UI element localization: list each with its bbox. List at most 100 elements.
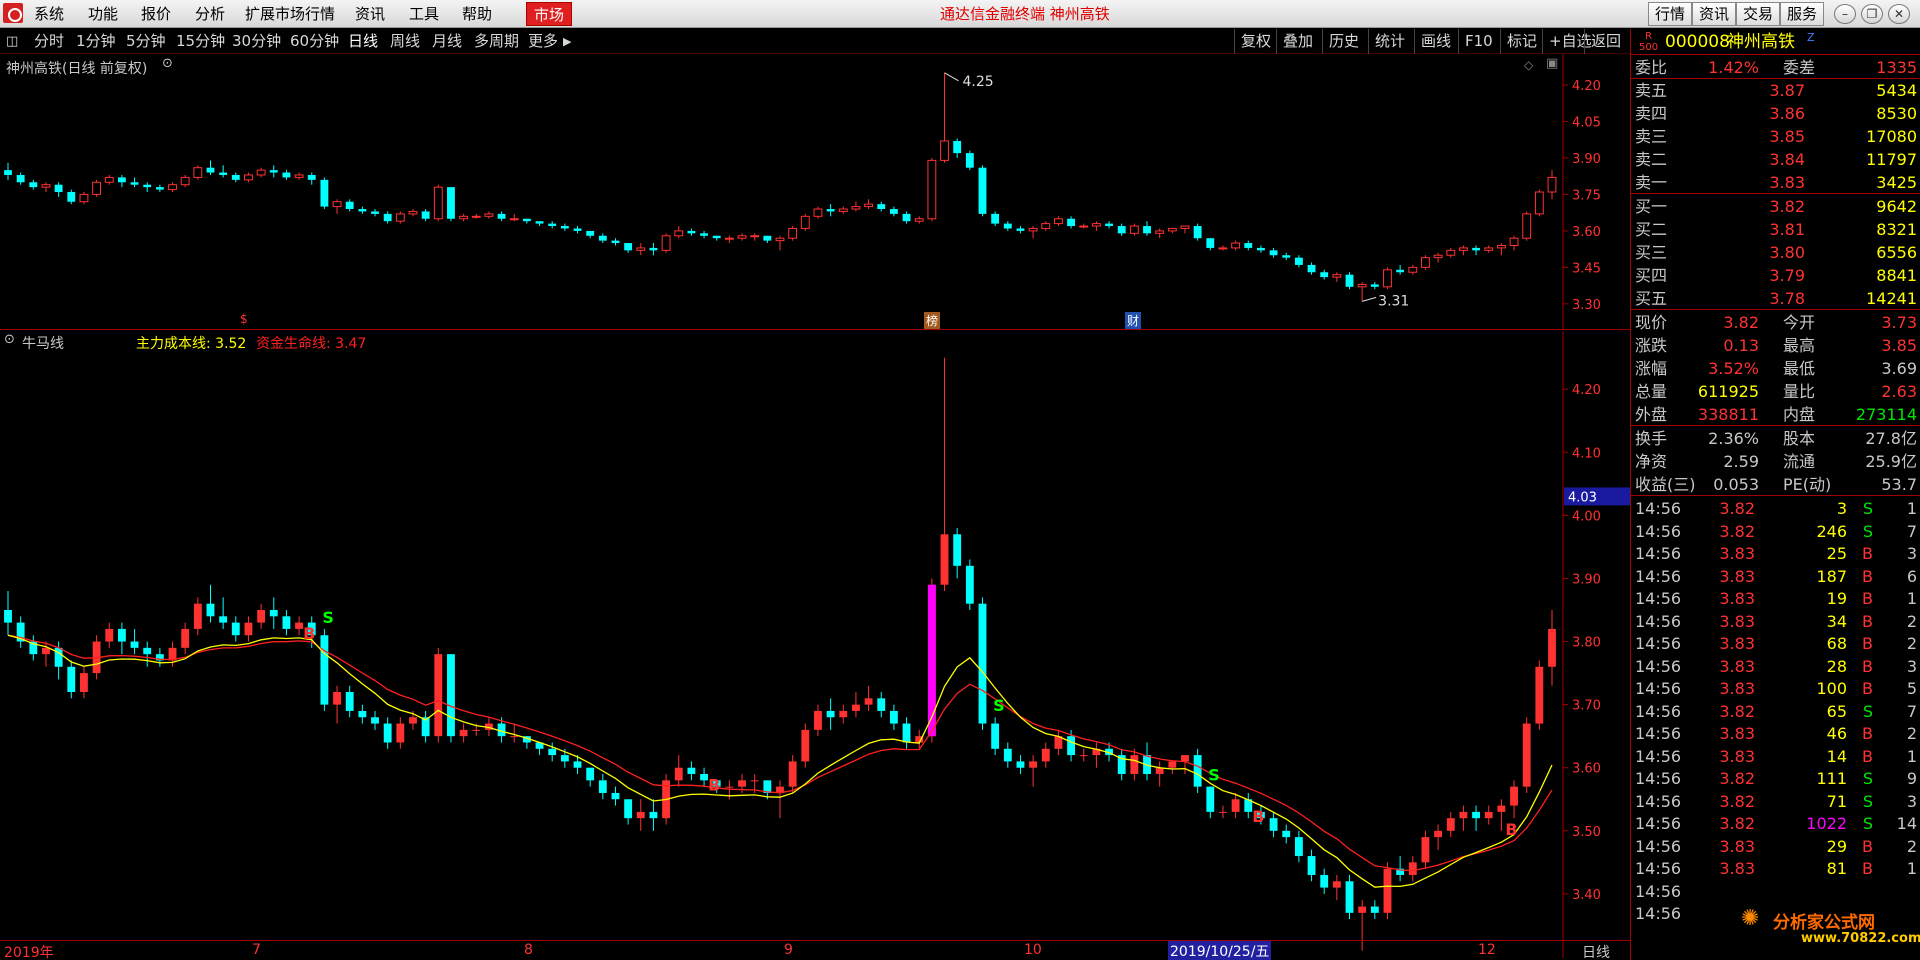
tick-time: 14:56 [1635, 521, 1682, 541]
period-15min[interactable]: 15分钟 [176, 29, 225, 54]
period-intraday[interactable]: 分时 [34, 29, 64, 54]
kline-main-svg: 4.20 4.05 3.90 3.75 3.60 3.45 3.30 4.25 3.31 [4, 54, 1601, 330]
candle-body [459, 729, 468, 737]
tool-adjust[interactable]: 复权 [1234, 29, 1271, 54]
candle-body [320, 179, 329, 207]
candle-body [130, 182, 139, 185]
close-icon[interactable]: ✕ [1888, 4, 1910, 24]
period-30min[interactable]: 30分钟 [232, 29, 281, 54]
candle-body [1383, 868, 1392, 913]
candle-body [826, 209, 835, 212]
stat-label: 外盘 [1635, 405, 1668, 424]
period-label[interactable]: 日线 [1582, 942, 1610, 960]
tool-f10[interactable]: F10 [1458, 29, 1493, 54]
restore-icon[interactable]: ❐ [1861, 4, 1883, 24]
bid-price: 3.81 [1769, 220, 1805, 239]
candle-body [991, 213, 1000, 224]
menu-function[interactable]: 功能 [88, 0, 118, 28]
tool-mark[interactable]: 标记 [1500, 29, 1537, 54]
period-toolbar: ◫ 分时 1分钟 5分钟 15分钟 30分钟 60分钟 日线 周线 月线 多周期… [0, 29, 1630, 54]
marker-finance[interactable]: 财 [1125, 312, 1142, 329]
candle-body [4, 170, 12, 175]
menu-system[interactable]: 系统 [34, 0, 64, 28]
period-multi[interactable]: 多周期 [474, 29, 519, 54]
tool-statistics[interactable]: 统计 [1368, 29, 1405, 54]
bid-row: 买三 3.80 6556 [1631, 242, 1920, 264]
tick-price: 3.82 [1719, 769, 1755, 788]
menu-analysis[interactable]: 分析 [195, 0, 225, 28]
service-button[interactable]: 服务 [1780, 2, 1825, 26]
candle-body [864, 698, 873, 705]
price-tick-label: 3.60 [1572, 225, 1601, 240]
period-monthly[interactable]: 月线 [432, 29, 462, 54]
indicator-panel[interactable]: ⊙ 牛马线 主力成本线: 3.52 资金生命线: 3.47 4.20 4.10 4.… [0, 331, 1630, 958]
tool-overlay[interactable]: 叠加 [1276, 29, 1313, 54]
marker-dollar[interactable]: $ [240, 312, 248, 326]
candle-body [1307, 264, 1316, 273]
tool-draw[interactable]: 画线 [1414, 29, 1451, 54]
bid-price: 3.78 [1769, 289, 1805, 308]
quote-panel: R 500 000008 神州高铁 Z 委比 1.42% 委差 1335 卖五 3.87 54… [1630, 29, 1920, 960]
tick-row: 14:56 3.82 71 S 3 [1631, 791, 1920, 813]
menu-tools[interactable]: 工具 [409, 0, 439, 28]
tool-back[interactable]: 返回 [1584, 29, 1621, 54]
tick-time: 14:56 [1635, 611, 1682, 631]
bid-volume: 8841 [1876, 266, 1917, 285]
bid-label: 买三 [1635, 243, 1668, 262]
candle-body [814, 710, 822, 730]
tick-side: S [1862, 499, 1873, 518]
candle-body [408, 210, 418, 215]
quote-button[interactable]: 行情 [1648, 2, 1693, 26]
period-1min[interactable]: 1分钟 [76, 29, 116, 54]
menu-help[interactable]: 帮助 [462, 0, 492, 28]
candle-body [67, 192, 76, 202]
tick-time: 14:56 [1635, 499, 1682, 518]
news-button[interactable]: 资讯 [1692, 2, 1737, 26]
candle-body [206, 603, 215, 617]
period-60min[interactable]: 60分钟 [290, 29, 339, 54]
panel-toggle-icon[interactable]: ◫ [6, 29, 18, 54]
bid-row: 买五 3.78 14241 [1631, 288, 1920, 310]
candle-body [1396, 269, 1405, 273]
candle-body [421, 211, 430, 219]
candle-body [320, 635, 329, 705]
more-arrow-icon[interactable]: ▶ [563, 29, 571, 54]
weibi-label: 委比 [1635, 58, 1668, 77]
stat-label: 股本 [1783, 429, 1816, 448]
candle-body [294, 174, 304, 178]
tick-time: 14:56 [1635, 656, 1682, 676]
candle-body [155, 187, 164, 190]
low-label: 3.31 [1378, 293, 1409, 309]
menu-news[interactable]: 资讯 [355, 0, 385, 28]
candle-body [927, 159, 937, 220]
candle-body [434, 654, 443, 737]
period-daily[interactable]: 日线 [348, 29, 378, 54]
stat-value: 3.52% [1708, 359, 1759, 378]
main-cost-line [7, 634, 1553, 888]
tick-time: 14:56 [1635, 679, 1682, 698]
candle-body [1421, 837, 1430, 863]
kline-main-panel[interactable]: 神州高铁(日线 前复权) ⊙ ◇ ▣ 4.20 4.05 3.90 3.75 3.60 3… [0, 54, 1630, 330]
menu-quote[interactable]: 报价 [141, 0, 171, 28]
trade-button[interactable]: 交易 [1736, 2, 1781, 26]
sell-signal: S [1208, 766, 1220, 785]
period-more[interactable]: 更多 [528, 29, 558, 54]
price-tick-label: 4.20 [1572, 79, 1601, 94]
market-tab[interactable]: 市场 [526, 2, 572, 26]
period-weekly[interactable]: 周线 [390, 29, 420, 54]
tool-history[interactable]: 历史 [1322, 29, 1359, 54]
candle-body [509, 218, 519, 221]
candle-body [333, 692, 341, 705]
tick-volume: 1022 [1806, 814, 1847, 833]
candle-body [193, 167, 203, 178]
candle-body [1206, 238, 1215, 248]
bid-price: 3.82 [1769, 197, 1805, 216]
candle-body [345, 201, 354, 210]
marker-rank[interactable]: 榜 [924, 312, 941, 329]
period-5min[interactable]: 5分钟 [126, 29, 166, 54]
candle-body [269, 170, 278, 173]
tick-time: 14:56 [1635, 701, 1682, 721]
minimize-icon[interactable]: – [1834, 4, 1856, 24]
candle-body [510, 736, 519, 738]
menu-extended-market[interactable]: 扩展市场行情 [245, 0, 335, 28]
